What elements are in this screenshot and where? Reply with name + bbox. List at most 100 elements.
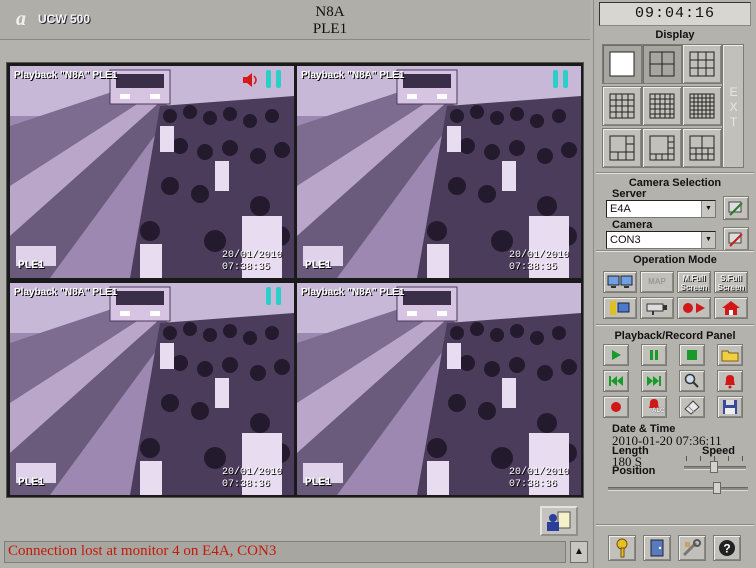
help-button[interactable]: ? (713, 535, 741, 561)
divider (596, 524, 754, 526)
eraser-button[interactable] (679, 396, 705, 418)
monitor-camera-label: PLE1 (18, 477, 45, 489)
layout-2plus8-button[interactable] (682, 128, 722, 168)
layout-2x2-button[interactable] (642, 44, 682, 84)
status-scroll-button[interactable]: ▲ (570, 541, 588, 563)
pause-button[interactable] (641, 344, 667, 366)
monitor-time: 07:38:36 (509, 479, 558, 490)
layout-3x3-button[interactable] (682, 44, 722, 84)
triangle-up-icon: ▲ (574, 546, 584, 557)
monitor-camera-label: PLE1 (18, 260, 45, 272)
indicator-icon (266, 70, 271, 88)
stop-button[interactable] (679, 344, 705, 366)
pause-icon (650, 350, 658, 360)
layout-1plus5-button[interactable] (602, 128, 642, 168)
key-icon (616, 538, 628, 558)
server-select[interactable]: E4A ▼ (606, 200, 716, 218)
logout-button[interactable] (643, 535, 671, 561)
chevron-down-icon: ▼ (701, 201, 715, 217)
layout-1x1-icon (609, 51, 635, 77)
camera-config-icon (728, 232, 743, 247)
save-button[interactable] (717, 396, 743, 418)
layout-3x3-icon (689, 51, 715, 77)
layout-1x1-button[interactable] (602, 44, 642, 84)
tools-icon (682, 539, 701, 557)
play-icon (612, 350, 621, 360)
monitor-date: 20/01/2010 (509, 250, 570, 261)
camera-feed-image (297, 283, 581, 495)
layout-5x5-button[interactable] (642, 86, 682, 126)
monitor-date: 20/01/2010 (222, 250, 283, 261)
search-button[interactable] (679, 370, 705, 392)
multi-full-screen-button[interactable]: M.Full Screen (677, 271, 711, 293)
layout-2x2-icon (649, 51, 675, 77)
app-logo: a UCW 500 (8, 6, 98, 32)
logo-mark-icon: a (16, 8, 26, 30)
monitor-4[interactable]: Playback "N8A" PLE1 PLE1 20/01/2010 07:3… (297, 283, 581, 495)
svg-text:?: ? (723, 542, 730, 556)
server-select-value: E4A (610, 203, 631, 215)
monitors-icon (607, 275, 633, 288)
layout-1plus5-icon (609, 135, 635, 161)
layout-1plus7-button[interactable] (642, 128, 682, 168)
settings-button[interactable] (678, 535, 706, 561)
camera-title: PLE1 (312, 21, 348, 37)
alarm-clear-button[interactable]: ALC (641, 396, 667, 418)
layout-1plus7-icon (649, 135, 675, 161)
record-button[interactable] (603, 396, 629, 418)
camera-feed-image (10, 283, 294, 495)
monitor-2[interactable]: Playback "N8A" PLE1 PLE1 20/01/2010 07:3… (297, 66, 581, 278)
user-button[interactable] (603, 297, 637, 319)
server-config-icon (728, 201, 743, 216)
layout-4x4-button[interactable] (602, 86, 642, 126)
rewind-button[interactable] (603, 370, 629, 392)
indicator-icon (563, 70, 568, 88)
users-icon (547, 511, 571, 531)
divider (596, 324, 754, 326)
speed-slider-thumb[interactable] (710, 461, 718, 473)
monitor-time: 07:38:35 (509, 262, 558, 273)
monitor-caption: Playback "N8A" PLE1 (301, 70, 405, 81)
video-grid: Playback "N8A" PLE1 PLE1 20/01/2010 07:3… (6, 62, 584, 498)
help-icon: ? (719, 540, 735, 556)
open-folder-button[interactable] (717, 344, 743, 366)
folder-icon (721, 350, 739, 362)
camera-select[interactable]: CON3 ▼ (606, 231, 716, 249)
ext-button[interactable]: EXT (722, 44, 744, 168)
display-header: Display (655, 29, 695, 41)
monitor-time: 07:38:35 (222, 262, 271, 273)
site-title: N8A (315, 4, 345, 20)
eraser-icon (684, 400, 700, 415)
home-button[interactable] (714, 297, 748, 319)
monitor-camera-label: PLE1 (305, 477, 332, 489)
divider (596, 250, 754, 252)
play-button[interactable] (603, 344, 629, 366)
monitor-date: 20/01/2010 (509, 467, 570, 478)
server-settings-button[interactable] (723, 196, 749, 220)
record-play-button[interactable] (677, 297, 711, 319)
ext-label: EXT (726, 85, 741, 130)
alarm-button[interactable] (717, 370, 743, 392)
home-icon (722, 301, 740, 315)
login-button[interactable] (608, 535, 636, 561)
map-button[interactable]: MAP (640, 271, 674, 293)
monitor-caption: Playback "N8A" PLE1 (301, 287, 405, 298)
map-label: MAP (648, 277, 666, 286)
fast-forward-button[interactable] (641, 370, 667, 392)
monitor-1[interactable]: Playback "N8A" PLE1 PLE1 20/01/2010 07:3… (10, 66, 294, 278)
stop-icon (687, 350, 697, 360)
monitor-time: 07:38:36 (222, 479, 271, 490)
speaker-icon[interactable] (242, 72, 260, 88)
layout-6x6-button[interactable] (682, 86, 722, 126)
door-exit-icon (650, 539, 664, 557)
camera-settings-button[interactable] (723, 227, 749, 251)
position-slider-thumb[interactable] (713, 482, 721, 494)
single-full-screen-button[interactable]: S.Full Screen (714, 271, 748, 293)
multi-monitor-button[interactable] (603, 271, 637, 293)
ptz-camera-button[interactable] (640, 297, 674, 319)
monitor-3[interactable]: Playback "N8A" PLE1 PLE1 20/01/2010 07:3… (10, 283, 294, 495)
floppy-disk-icon (723, 400, 737, 414)
position-slider[interactable] (608, 487, 748, 491)
camera-feed-image (10, 66, 294, 278)
user-list-button[interactable] (540, 506, 578, 536)
